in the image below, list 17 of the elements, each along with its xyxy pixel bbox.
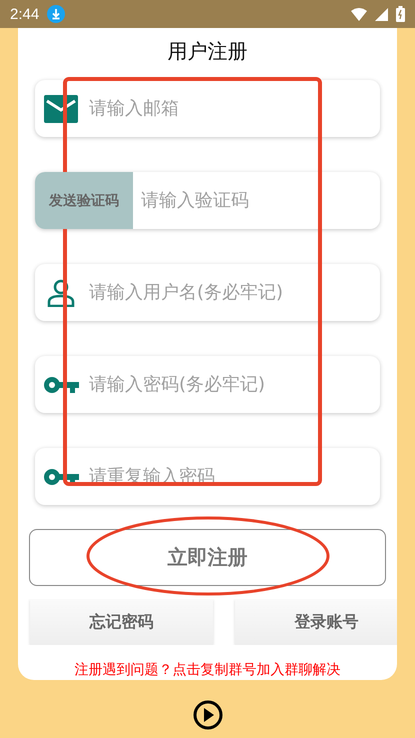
status-time: 2:44: [10, 6, 40, 22]
input-field[interactable]: 请输入验证码: [139, 189, 380, 212]
battery-icon: [396, 6, 405, 22]
input-field[interactable]: 请输入邮箱: [87, 97, 380, 120]
link-button[interactable]: 忘记密码: [30, 599, 213, 645]
dialog-title: 用户注册: [168, 38, 248, 64]
download-icon: [47, 5, 66, 23]
link-button[interactable]: 登录账号: [235, 599, 397, 645]
person-icon: [47, 278, 75, 306]
send-code-button[interactable]: 发送验证码: [35, 172, 133, 229]
register-button[interactable]: 立即注册: [29, 529, 386, 586]
signal-icon: [375, 8, 388, 20]
play-icon[interactable]: [192, 700, 222, 730]
input-field[interactable]: 请输入用户名(务必牢记): [87, 281, 380, 304]
help-text[interactable]: 注册遇到问题？点击复制群号加入群聊解决: [74, 661, 340, 679]
wifi-icon: [351, 8, 367, 20]
input-field[interactable]: 请输入密码(务必牢记): [87, 373, 380, 396]
